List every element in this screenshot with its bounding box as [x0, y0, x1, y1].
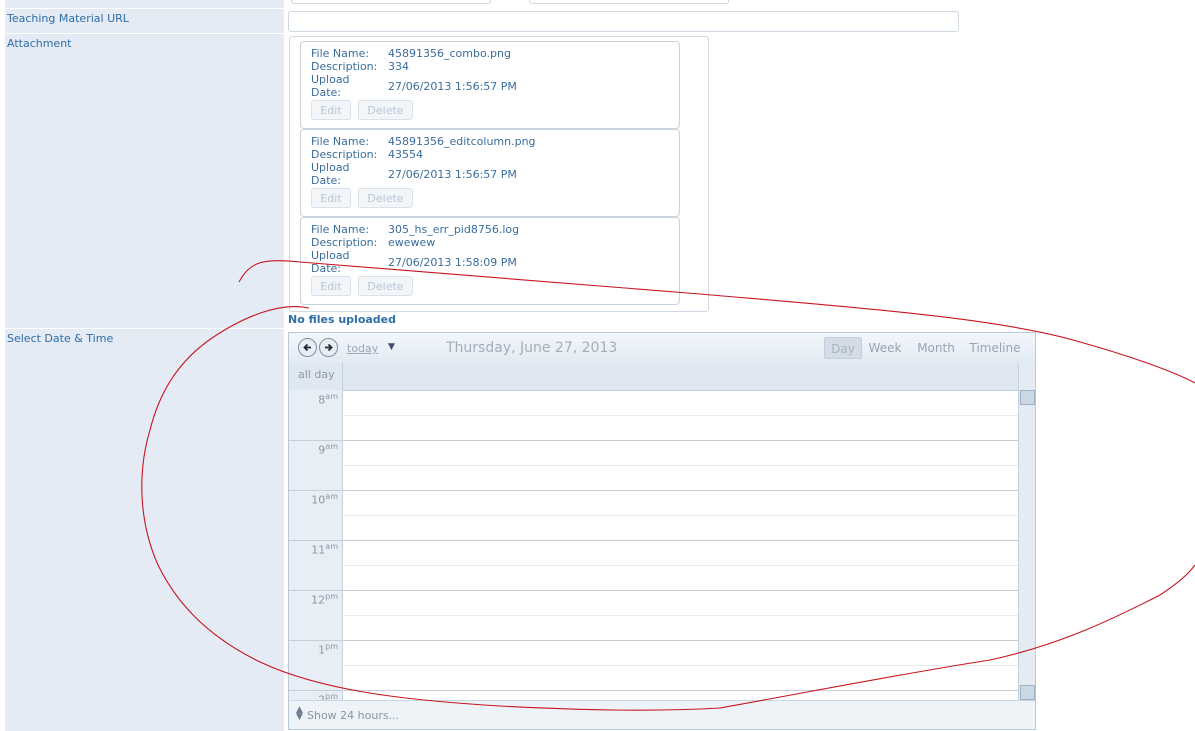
half-hour-divider: [342, 565, 1018, 566]
file-name-value: 45891356_combo.png: [388, 47, 511, 60]
upload-date-label-line1: Upload: [311, 249, 350, 262]
file-name-value: 305_hs_err_pid8756.log: [388, 223, 520, 236]
hour-period: am: [325, 492, 338, 501]
description-label: Description:: [311, 148, 378, 161]
attachment-label-text: Attachment: [7, 37, 72, 50]
top-partial-input-1[interactable]: [291, 0, 491, 4]
top-partial-input-2[interactable]: [529, 0, 729, 4]
attachment-label: Attachment: [5, 34, 284, 328]
hour-label: 1pm: [289, 642, 338, 657]
scheduler-toolbar: today ▼ Thursday, June 27, 2013 Day Week…: [289, 333, 1035, 364]
hour-divider: [289, 590, 1018, 591]
upload-date-value: 27/06/2013 1:58:09 PM: [388, 256, 517, 269]
date-picker-dropdown-icon[interactable]: ▼: [388, 342, 395, 352]
scheduler-calendar: today ▼ Thursday, June 27, 2013 Day Week…: [288, 332, 1036, 730]
upload-date-label-line1: Upload: [311, 73, 350, 86]
prev-day-button[interactable]: [298, 338, 317, 357]
file-name-value: 45891356_editcolumn.png: [388, 135, 536, 148]
edit-attachment-button[interactable]: Edit: [311, 100, 351, 120]
delete-attachment-button[interactable]: Delete: [358, 188, 413, 208]
upload-date-value: 27/06/2013 1:56:57 PM: [388, 80, 517, 93]
no-files-uploaded-text: No files uploaded: [288, 313, 397, 326]
all-day-row[interactable]: all day: [289, 363, 1018, 391]
view-timeline-button[interactable]: Timeline: [968, 337, 1022, 359]
hour-period: pm: [325, 692, 338, 700]
file-name-label: File Name:: [311, 223, 370, 236]
hour-period: am: [325, 442, 338, 451]
delete-attachment-button[interactable]: Delete: [358, 276, 413, 296]
description-value: ewewew: [388, 236, 436, 249]
hour-divider: [289, 640, 1018, 641]
description-label: Description:: [311, 60, 378, 73]
delete-attachment-button[interactable]: Delete: [358, 100, 413, 120]
upload-date-label-line2: Date:: [311, 174, 341, 187]
description-label: Description:: [311, 236, 378, 249]
next-day-button[interactable]: [319, 338, 338, 357]
half-hour-divider: [342, 415, 1018, 416]
grid-scrollbar[interactable]: [1018, 363, 1035, 700]
upload-date-label-line2: Date:: [311, 262, 341, 275]
day-time-grid[interactable]: 8am9am10am11am12pm1pm2pm: [289, 390, 1018, 700]
hour-divider: [289, 440, 1018, 441]
top-row-label: [5, 0, 284, 8]
upload-date-value: 27/06/2013 1:56:57 PM: [388, 168, 517, 181]
half-hour-divider: [342, 615, 1018, 616]
scrollbar-top-thumb[interactable]: [1020, 390, 1035, 405]
view-day-button[interactable]: Day: [824, 337, 862, 359]
edit-attachment-button[interactable]: Edit: [311, 188, 351, 208]
teaching-material-url-input[interactable]: [288, 11, 959, 32]
attachment-card: File Name: 45891356_combo.png Description:…: [300, 41, 680, 129]
hour-period: am: [325, 392, 338, 401]
all-day-separator: [342, 363, 343, 390]
file-name-label: File Name:: [311, 47, 370, 60]
hour-divider: [289, 690, 1018, 691]
show-24-hours-link[interactable]: Show 24 hours...: [307, 709, 399, 722]
hour-period: pm: [325, 592, 338, 601]
hour-label: 9am: [289, 442, 338, 457]
upload-date-label-line1: Upload: [311, 161, 350, 174]
hour-label: 11am: [289, 542, 338, 557]
half-hour-divider: [342, 665, 1018, 666]
description-value: 43554: [388, 148, 423, 161]
description-value: 334: [388, 60, 409, 73]
hour-number: 12: [311, 593, 326, 607]
scheduler-footer: ▲ ▼ Show 24 hours...: [289, 700, 1035, 729]
hour-period: pm: [325, 642, 338, 651]
hour-divider: [289, 540, 1018, 541]
edit-attachment-button[interactable]: Edit: [311, 276, 351, 296]
select-date-time-label: Select Date & Time: [5, 329, 284, 731]
attachment-card: File Name: 45891356_editcolumn.png Descrip…: [300, 129, 680, 217]
file-name-label: File Name:: [311, 135, 370, 148]
hour-number: 10: [311, 493, 326, 507]
hour-label: 2pm: [289, 692, 338, 700]
view-month-button[interactable]: Month: [913, 337, 959, 359]
upload-date-label-line2: Date:: [311, 86, 341, 99]
view-week-button[interactable]: Week: [865, 337, 905, 359]
expand-collapse-icon[interactable]: ▲ ▼: [296, 706, 303, 722]
attachment-card: File Name: 305_hs_err_pid8756.log Descript…: [300, 217, 680, 305]
calendar-date-title: Thursday, June 27, 2013: [446, 340, 618, 356]
hour-number: 11: [311, 543, 326, 557]
arrow-left-icon: [303, 343, 311, 352]
select-date-time-label-text: Select Date & Time: [7, 332, 114, 345]
teaching-material-url-label: Teaching Material URL: [5, 9, 284, 33]
teaching-material-url-label-text: Teaching Material URL: [7, 12, 129, 25]
half-hour-divider: [342, 515, 1018, 516]
half-hour-divider: [342, 465, 1018, 466]
hour-label: 10am: [289, 492, 338, 507]
arrow-right-icon: [325, 343, 333, 352]
scrollbar-bottom-thumb[interactable]: [1020, 685, 1035, 700]
hour-label: 8am: [289, 392, 338, 407]
hour-period: am: [325, 542, 338, 551]
hour-divider: [289, 490, 1018, 491]
hour-label: 12pm: [289, 592, 338, 607]
today-link[interactable]: today: [347, 342, 378, 355]
all-day-label: all day: [298, 368, 335, 381]
